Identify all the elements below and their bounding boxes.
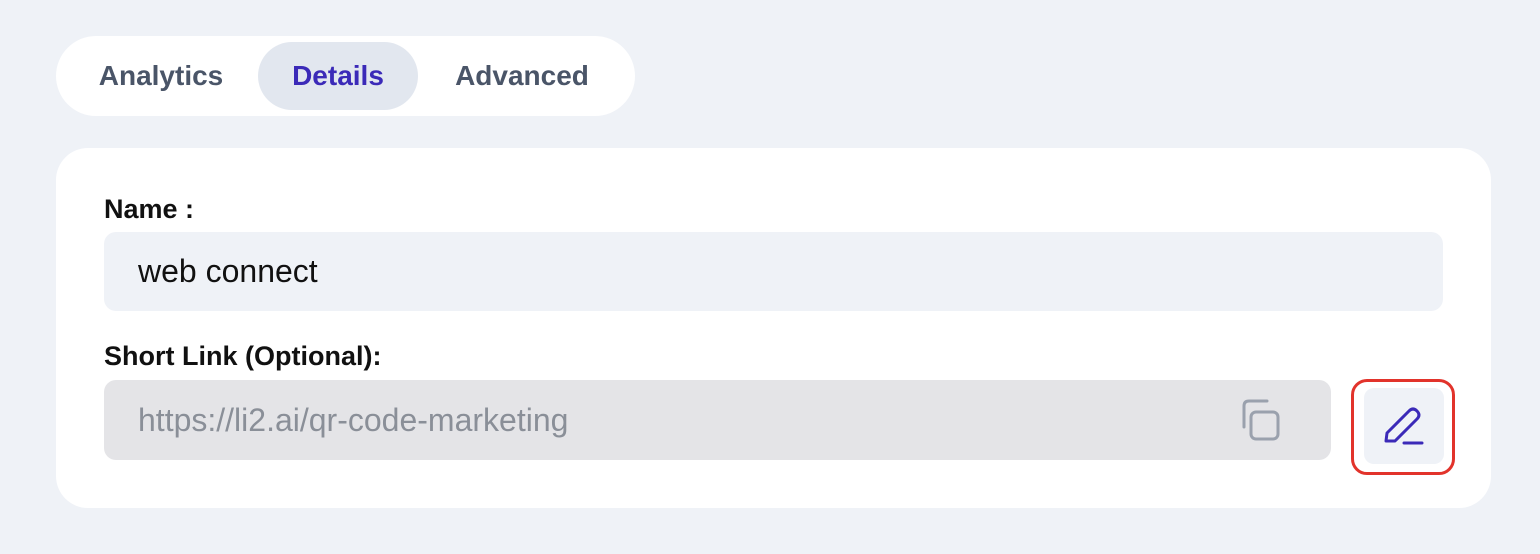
details-card: Name : Short Link (Optional): <box>56 148 1491 508</box>
edit-short-link-button[interactable] <box>1364 388 1444 464</box>
short-link-input[interactable] <box>104 380 1234 460</box>
name-label: Name : <box>104 194 195 224</box>
tab-details[interactable]: Details <box>258 42 418 110</box>
copy-icon[interactable] <box>1236 397 1282 443</box>
pencil-icon <box>1384 407 1424 445</box>
short-link-label: Short Link (Optional): <box>104 341 382 371</box>
name-input[interactable] <box>104 232 1443 311</box>
edit-button-highlight <box>1351 379 1455 475</box>
short-link-field <box>104 380 1331 460</box>
tab-advanced[interactable]: Advanced <box>436 42 608 110</box>
tab-bar: Analytics Details Advanced <box>56 36 635 116</box>
tab-analytics[interactable]: Analytics <box>80 42 242 110</box>
